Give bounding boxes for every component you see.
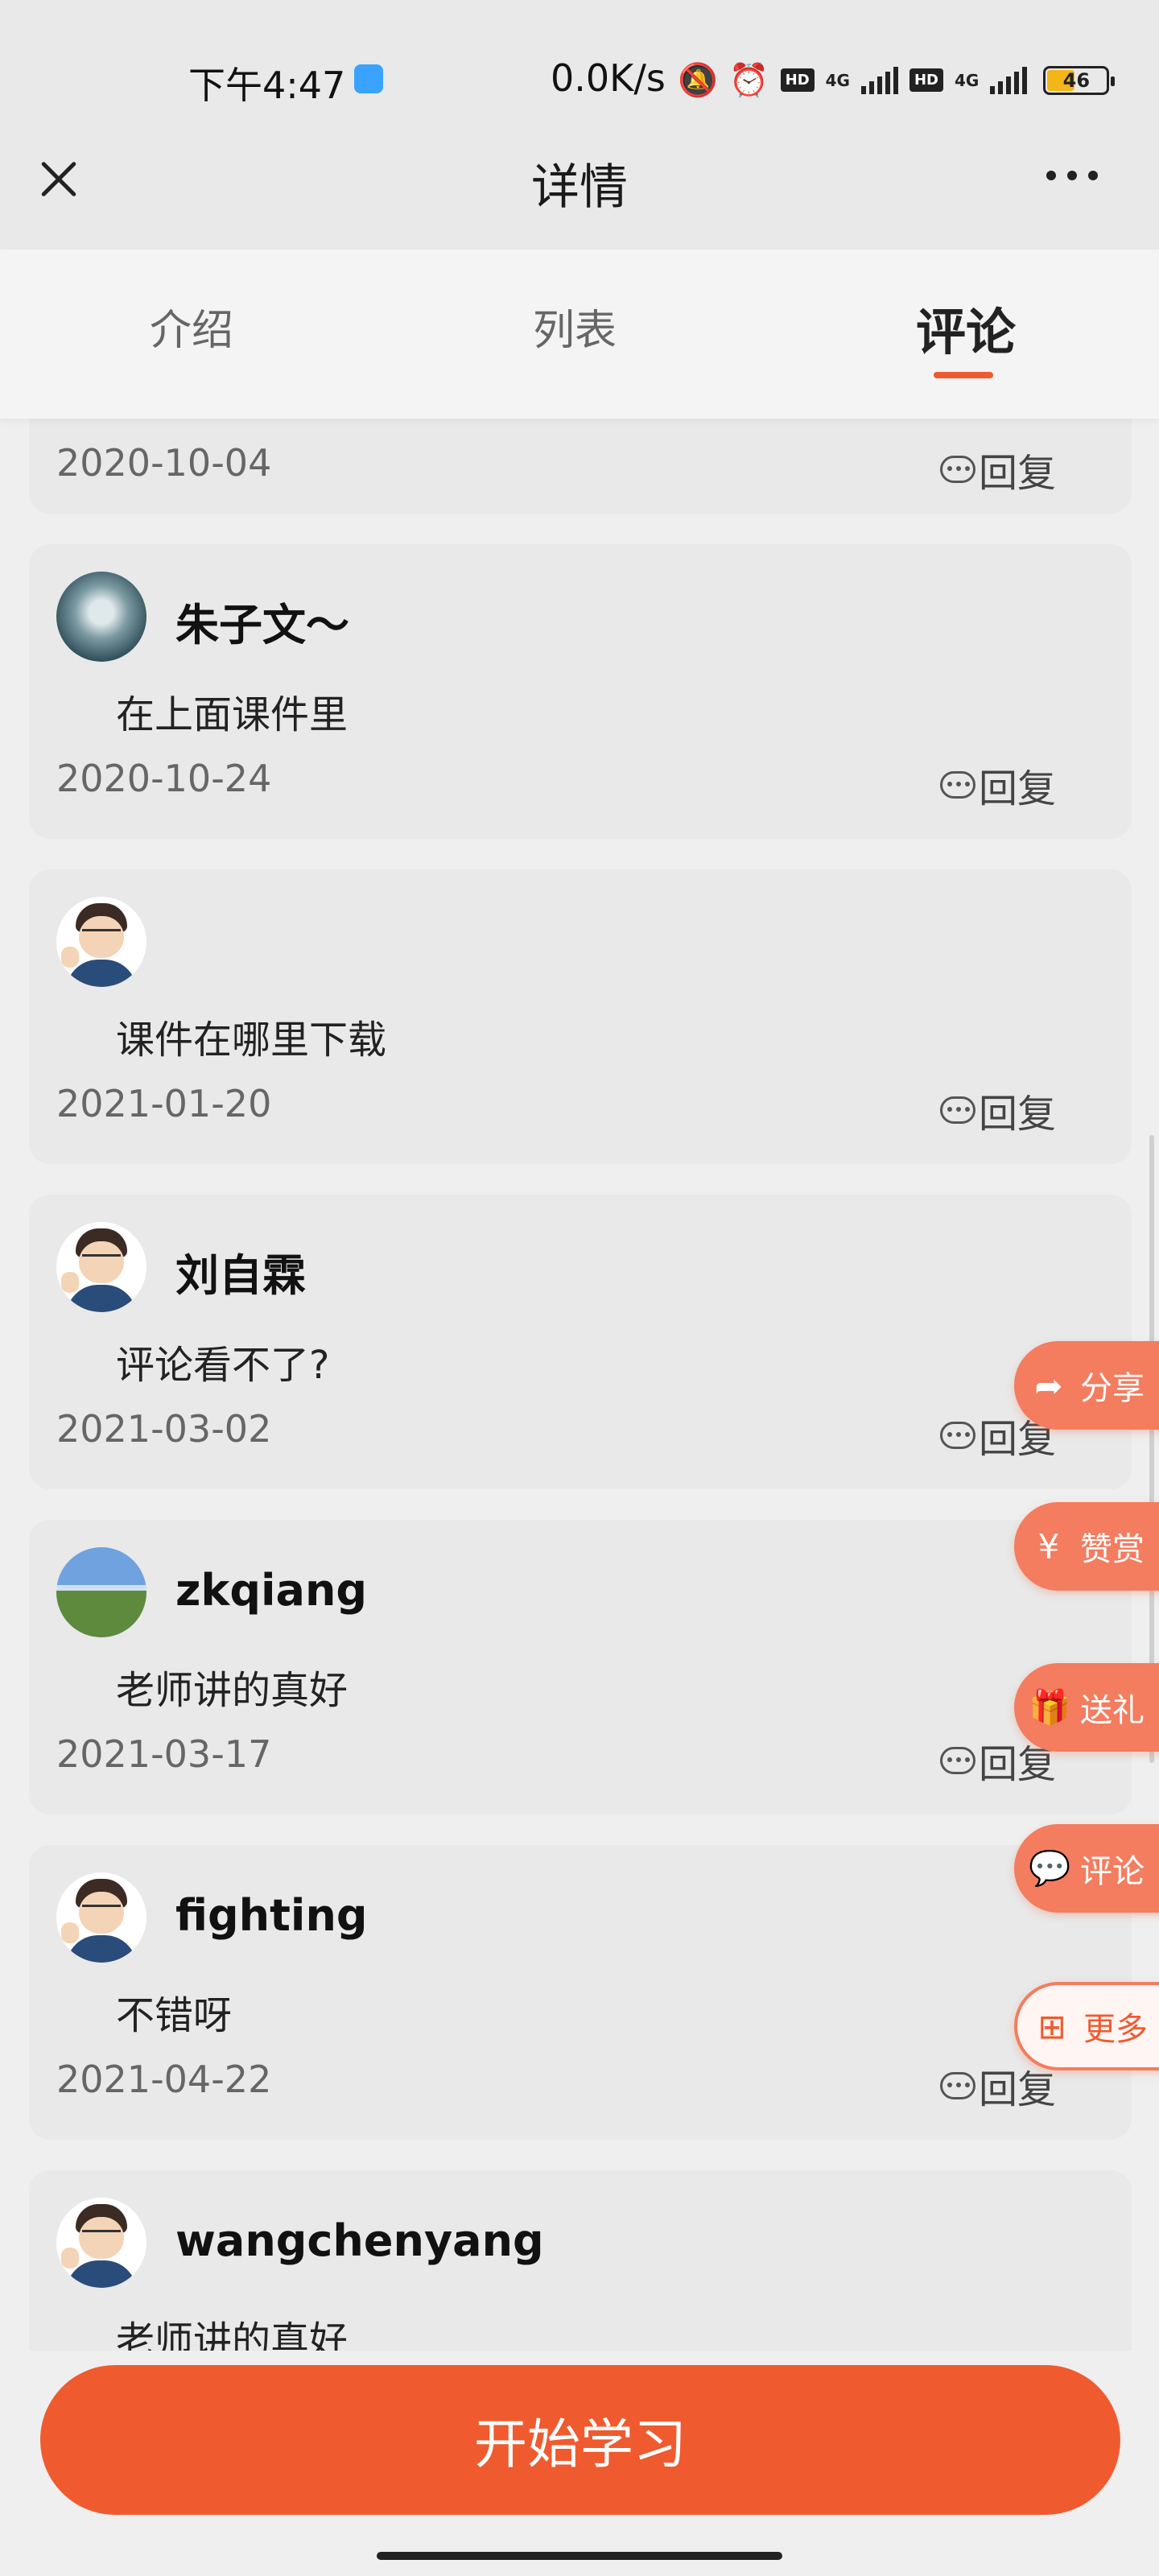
commenter-name: 刘自霖 [175, 1250, 306, 1301]
gift-button[interactable]: 🎁 送礼 [1014, 1663, 1159, 1752]
commenter-name: wangchenyang [175, 2215, 544, 2266]
comment-date: 2021-03-17 [56, 1732, 272, 1776]
avatar[interactable] [56, 572, 146, 662]
comment-bubble-icon [940, 1747, 975, 1774]
avatar[interactable] [56, 1547, 146, 1637]
comment-bubble-icon [940, 1096, 975, 1124]
bell-muted-icon: 🔕 [678, 62, 718, 99]
comment-label: 评论 [1080, 1853, 1145, 1890]
more-label: 更多 [1083, 2011, 1148, 2048]
gift-icon: 🎁 [1029, 1687, 1071, 1727]
comment-date: 2020-10-24 [56, 757, 272, 800]
app-notification-icon [354, 64, 383, 93]
comment-date: 2021-03-02 [56, 1407, 272, 1451]
comment-card: 刘自霖 评论看不了? 2021-03-02 回复 [29, 1195, 1132, 1489]
alarm-icon: ⏰ [728, 62, 769, 99]
share-icon: ➦ [1034, 1365, 1063, 1406]
comment-date: 2021-04-22 [56, 2058, 272, 2101]
comment-list[interactable]: 2020-10-04 回复 朱子文～ 在上面课件里 2020-10-24 回复 … [0, 419, 1159, 2351]
tab-bar: 介绍 列表 评论 [0, 250, 1159, 419]
battery-level: 46 [1062, 68, 1091, 92]
comment-text: 课件在哪里下载 [116, 1018, 387, 1063]
comment-text: 评论看不了? [116, 1343, 330, 1388]
comment-bubble-icon [940, 771, 975, 799]
comment-button[interactable]: 💬 评论 [1014, 1824, 1159, 1913]
avatar[interactable] [56, 1872, 146, 1963]
home-indicator[interactable] [377, 2552, 782, 2560]
more-icon[interactable] [1046, 171, 1098, 180]
comment-bubble-icon [940, 2072, 975, 2099]
status-icons: 🔕 ⏰ HD 4G HD 4G 46 [678, 61, 1116, 99]
comment-card: fighting 不错呀 2021-04-22 回复 [29, 1845, 1132, 2140]
comment-text: 老师讲的真好 [116, 2318, 349, 2351]
network-speed: 0.0K/s [551, 56, 666, 100]
avatar[interactable] [56, 897, 146, 987]
commenter-name: fighting [175, 1890, 368, 1941]
reward-button[interactable]: ¥ 赞赏 [1014, 1502, 1159, 1591]
comment-icon: 💬 [1029, 1848, 1071, 1888]
comment-card: zkqiang 老师讲的真好 2021-03-17 回复 [29, 1520, 1132, 1814]
comment-text: 老师讲的真好 [116, 1668, 349, 1713]
more-button[interactable]: ⊞ 更多 [1014, 1982, 1159, 2070]
comment-date: 2020-10-04 [56, 441, 272, 485]
reply-button[interactable]: 回复 [940, 441, 1056, 497]
comment-card: 朱子文～ 在上面课件里 2020-10-24 回复 [29, 544, 1132, 839]
comment-bubble-icon [940, 1422, 975, 1449]
comment-card: wangchenyang 老师讲的真好 [29, 2170, 1132, 2351]
battery-icon: 46 [1043, 65, 1116, 95]
tab-comments[interactable]: 评论 [916, 291, 1016, 364]
plus-square-icon: ⊞ [1037, 2006, 1066, 2046]
commenter-name: 朱子文～ [175, 600, 349, 650]
tab-active-indicator [934, 372, 993, 378]
avatar[interactable] [56, 1222, 146, 1312]
nav-bar: 详情 [0, 129, 1159, 250]
commenter-name: zkqiang [175, 1565, 368, 1616]
start-learning-label: 开始学习 [474, 2413, 687, 2475]
gift-label: 送礼 [1080, 1692, 1145, 1729]
reply-label: 回复 [979, 451, 1057, 496]
signal-icon-2 [990, 66, 1028, 94]
network-type-label-2: 4G [955, 70, 980, 90]
avatar[interactable] [56, 2198, 146, 2288]
page-title: 详情 [531, 159, 628, 216]
start-learning-button[interactable]: 开始学习 [40, 2365, 1120, 2515]
reply-button[interactable]: 回复 [940, 757, 1056, 813]
share-button[interactable]: ➦ 分享 [1014, 1341, 1159, 1430]
yuan-icon: ¥ [1037, 1526, 1060, 1567]
comment-text: 在上面课件里 [116, 692, 349, 737]
comment-bubble-icon [940, 456, 975, 483]
reply-label: 回复 [979, 1092, 1057, 1137]
comment-text: 不错呀 [116, 1993, 233, 2038]
signal-icon [860, 66, 898, 94]
reward-label: 赞赏 [1080, 1531, 1145, 1568]
comment-date: 2021-01-20 [56, 1082, 272, 1125]
tab-list[interactable]: 列表 [533, 296, 617, 357]
status-time: 下午4:47 [188, 64, 346, 107]
comment-card: 2020-10-04 回复 [29, 419, 1132, 514]
network-type-label: 4G [825, 70, 850, 90]
reply-button[interactable]: 回复 [940, 1082, 1056, 1138]
reply-label: 回复 [979, 766, 1057, 811]
share-label: 分享 [1080, 1370, 1145, 1407]
comment-card: 课件在哪里下载 2021-01-20 回复 [29, 869, 1132, 1164]
tab-intro[interactable]: 介绍 [150, 296, 233, 357]
hd-icon-2: HD [909, 68, 943, 92]
hd-icon: HD [780, 68, 815, 92]
